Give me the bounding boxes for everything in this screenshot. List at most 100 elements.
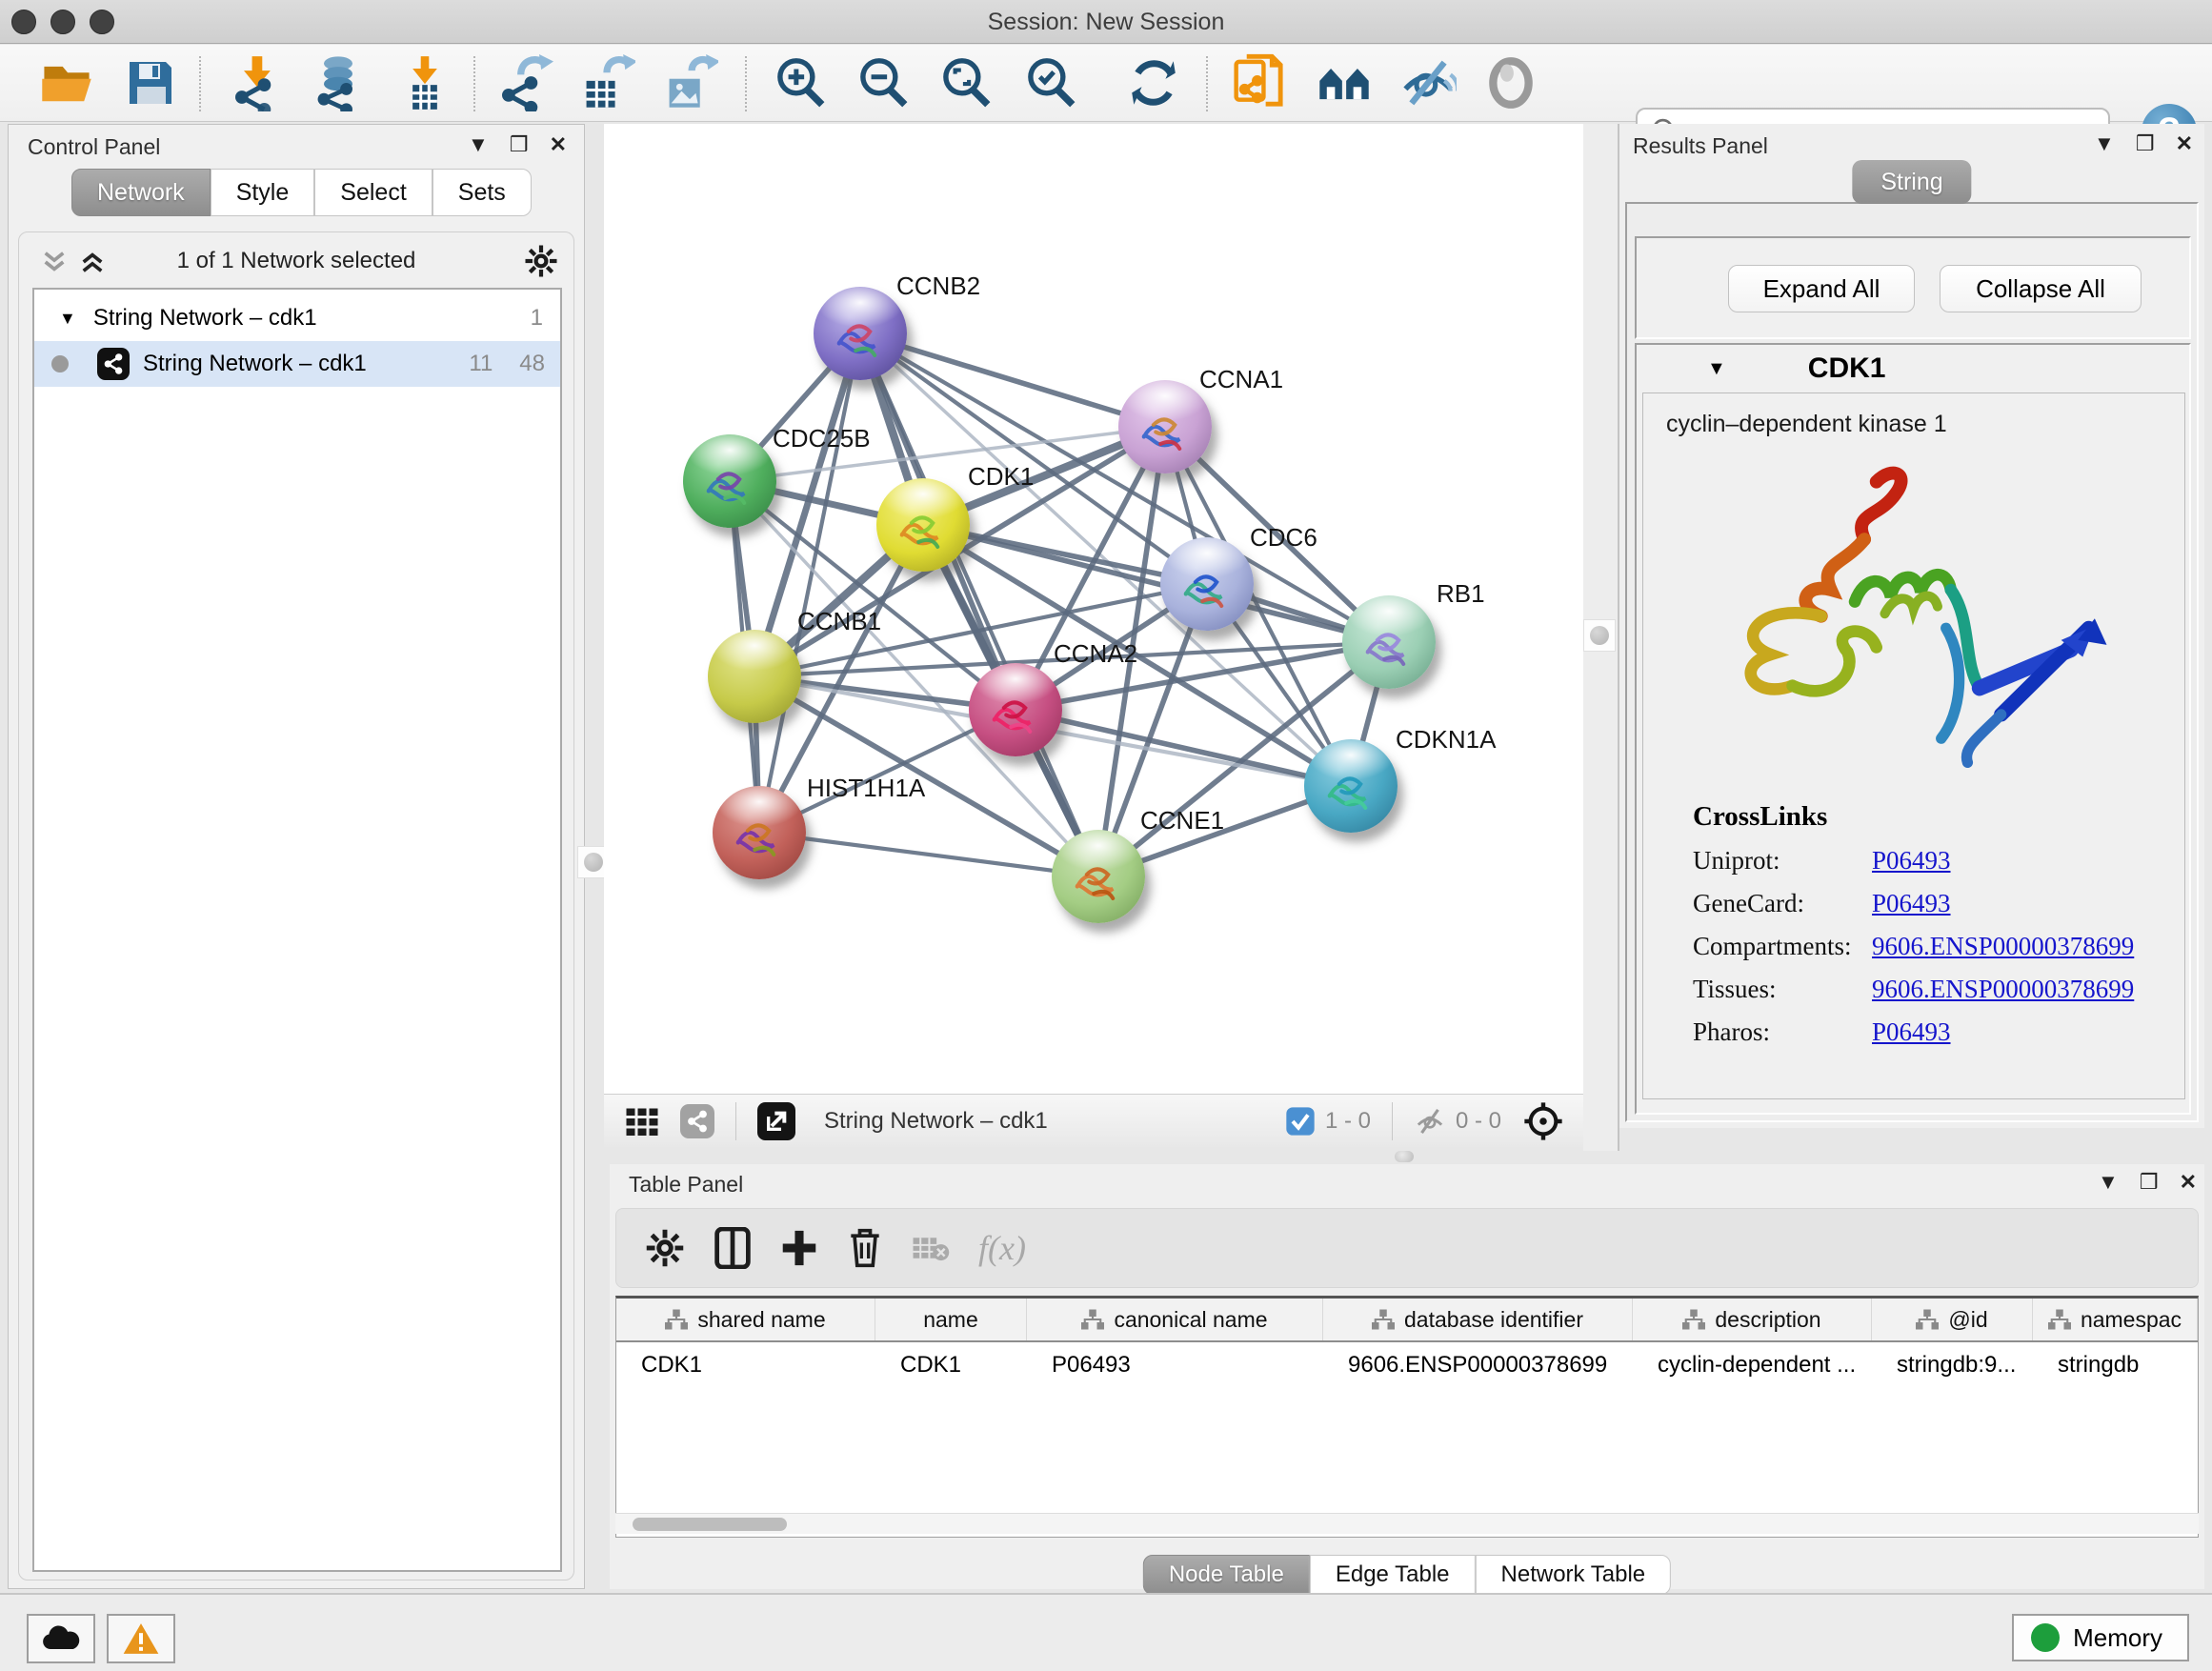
protein-thumbnail-icon bbox=[727, 807, 790, 864]
zoom-selected-button[interactable] bbox=[1018, 50, 1083, 115]
crosslink-label: Tissues: bbox=[1693, 975, 1872, 1004]
table-horizontal-scrollbar[interactable] bbox=[615, 1513, 2199, 1534]
horizontal-splitter-handle[interactable] bbox=[1395, 1151, 1414, 1162]
close-panel-icon[interactable]: ✕ bbox=[2176, 133, 2193, 154]
table-cell[interactable]: cyclin-dependent ... bbox=[1633, 1352, 1872, 1379]
table-cell[interactable]: P06493 bbox=[1027, 1352, 1323, 1379]
tab-network-table[interactable]: Network Table bbox=[1476, 1555, 1672, 1595]
table-cell[interactable]: stringdb bbox=[2033, 1352, 2198, 1379]
ndex-import-button[interactable] bbox=[1227, 50, 1292, 115]
memory-button[interactable]: Memory bbox=[2012, 1614, 2189, 1661]
network-node-ccna1[interactable] bbox=[1118, 380, 1212, 473]
crosslink-link[interactable]: P06493 bbox=[1872, 889, 1951, 918]
zoom-out-button[interactable] bbox=[851, 50, 915, 115]
table-cell[interactable]: CDK1 bbox=[875, 1352, 1027, 1379]
table-cell[interactable]: stringdb:9... bbox=[1872, 1352, 2033, 1379]
network-edge[interactable] bbox=[759, 833, 1098, 876]
hide-selected-button[interactable] bbox=[1396, 50, 1460, 115]
tab-style[interactable]: Style bbox=[211, 169, 315, 216]
zoom-in-button[interactable] bbox=[768, 50, 833, 115]
warnings-button[interactable] bbox=[107, 1614, 175, 1663]
network-node-cdk1[interactable] bbox=[876, 478, 970, 572]
network-node-ccnb2[interactable] bbox=[814, 287, 907, 380]
collapse-all-button[interactable]: Collapse All bbox=[1940, 265, 2142, 312]
network-node-ccnb1[interactable] bbox=[708, 630, 801, 723]
show-all-button[interactable] bbox=[1478, 50, 1543, 115]
gene-section-header[interactable]: ▼ CDK1 bbox=[1637, 345, 2189, 393]
export-network-button[interactable] bbox=[493, 50, 557, 115]
collection-expand-icon[interactable]: ▼ bbox=[59, 309, 76, 329]
column-header-description[interactable]: description bbox=[1633, 1299, 1872, 1340]
network-edge[interactable] bbox=[759, 333, 860, 833]
column-header-shared-name[interactable]: shared name bbox=[616, 1299, 875, 1340]
apply-layout-button[interactable] bbox=[1121, 50, 1186, 115]
network-node-cdkn1a[interactable] bbox=[1304, 739, 1398, 833]
node-table[interactable]: shared namenamecanonical namedatabase id… bbox=[615, 1296, 2199, 1538]
float-panel-icon[interactable]: ❒ bbox=[2140, 1172, 2159, 1193]
import-network-database-button[interactable] bbox=[306, 50, 371, 115]
results-tab-string[interactable]: String bbox=[1852, 160, 1971, 204]
column-header-canonical-name[interactable]: canonical name bbox=[1027, 1299, 1323, 1340]
column-header-name[interactable]: name bbox=[875, 1299, 1027, 1340]
tab-select[interactable]: Select bbox=[314, 169, 432, 216]
crosslink-link[interactable]: P06493 bbox=[1872, 1017, 1951, 1047]
float-panel-icon[interactable]: ❒ bbox=[510, 134, 529, 155]
close-panel-icon[interactable]: ✕ bbox=[550, 134, 567, 155]
table-options-button[interactable] bbox=[645, 1228, 685, 1268]
network-node-ccne1[interactable] bbox=[1052, 830, 1145, 923]
column-header-database-identifier[interactable]: database identifier bbox=[1323, 1299, 1633, 1340]
expand-all-button[interactable]: Expand All bbox=[1728, 265, 1915, 312]
crosslink-link[interactable]: 9606.ENSP00000378699 bbox=[1872, 932, 2134, 961]
crosslink-link[interactable]: 9606.ENSP00000378699 bbox=[1872, 975, 2134, 1004]
export-image-button[interactable] bbox=[657, 50, 722, 115]
table-cell[interactable]: CDK1 bbox=[616, 1352, 875, 1379]
panel-menu-icon[interactable]: ▼ bbox=[468, 134, 489, 155]
right-splitter-handle[interactable] bbox=[1583, 619, 1616, 652]
save-session-button[interactable] bbox=[118, 50, 183, 115]
delete-column-button[interactable] bbox=[847, 1227, 883, 1269]
birds-eye-toggle-button[interactable] bbox=[1522, 1100, 1564, 1142]
show-network-button[interactable] bbox=[680, 1104, 714, 1138]
table-cell[interactable]: 9606.ENSP00000378699 bbox=[1323, 1352, 1633, 1379]
show-columns-button[interactable] bbox=[714, 1227, 752, 1269]
open-session-button[interactable] bbox=[34, 50, 99, 115]
network-edge[interactable] bbox=[923, 525, 1389, 642]
panel-menu-icon[interactable]: ▼ bbox=[2098, 1172, 2119, 1193]
panel-menu-icon[interactable]: ▼ bbox=[2094, 133, 2115, 154]
create-column-button[interactable] bbox=[780, 1227, 818, 1269]
export-table-button[interactable] bbox=[574, 50, 639, 115]
float-panel-icon[interactable]: ❒ bbox=[2136, 133, 2155, 154]
close-panel-icon[interactable]: ✕ bbox=[2180, 1172, 2197, 1193]
column-header-@id[interactable]: @id bbox=[1872, 1299, 2033, 1340]
right-splitter[interactable] bbox=[1583, 124, 1619, 1151]
network-node-rb1[interactable] bbox=[1342, 595, 1436, 689]
selected-nodes-checkbox[interactable] bbox=[1285, 1106, 1316, 1137]
tab-sets[interactable]: Sets bbox=[432, 169, 532, 216]
network-node-hist1h1a[interactable] bbox=[713, 786, 806, 879]
tab-node-table[interactable]: Node Table bbox=[1143, 1555, 1310, 1595]
network-node-cdc6[interactable] bbox=[1160, 537, 1254, 631]
open-session-from-ndex-button[interactable] bbox=[1312, 50, 1377, 115]
network-view-canvas[interactable]: CCNB2CCNA1CDC25BCDK1CDC6RB1CCNB1CCNA2CDK… bbox=[604, 124, 1583, 1094]
hidden-elements-button[interactable] bbox=[1414, 1105, 1446, 1137]
crosslink-link[interactable]: P06493 bbox=[1872, 846, 1951, 876]
network-collection-row[interactable]: ▼ String Network – cdk1 1 bbox=[34, 295, 560, 341]
network-node-cdc25b[interactable] bbox=[683, 434, 776, 528]
import-network-file-button[interactable] bbox=[226, 50, 291, 115]
collapse-gene-icon[interactable]: ▼ bbox=[1707, 358, 1726, 380]
show-grid-button[interactable] bbox=[625, 1104, 659, 1138]
tab-edge-table[interactable]: Edge Table bbox=[1310, 1555, 1476, 1595]
network-node-ccna2[interactable] bbox=[969, 663, 1062, 756]
network-row-selected[interactable]: String Network – cdk1 11 48 bbox=[34, 341, 560, 387]
cloud-status-button[interactable] bbox=[27, 1614, 95, 1663]
import-table-file-button[interactable] bbox=[392, 50, 457, 115]
network-edge[interactable] bbox=[1016, 710, 1351, 786]
column-header-namespac[interactable]: namespac bbox=[2033, 1299, 2198, 1340]
zoom-fit-button[interactable] bbox=[934, 50, 998, 115]
detach-view-button[interactable] bbox=[757, 1102, 795, 1140]
network-options-gear-icon[interactable] bbox=[524, 244, 558, 278]
left-splitter[interactable] bbox=[585, 124, 604, 1094]
tab-network[interactable]: Network bbox=[71, 169, 211, 216]
table-row[interactable]: CDK1CDK1P064939606.ENSP00000378699cyclin… bbox=[616, 1342, 2198, 1388]
scrollbar-thumb[interactable] bbox=[633, 1518, 787, 1531]
